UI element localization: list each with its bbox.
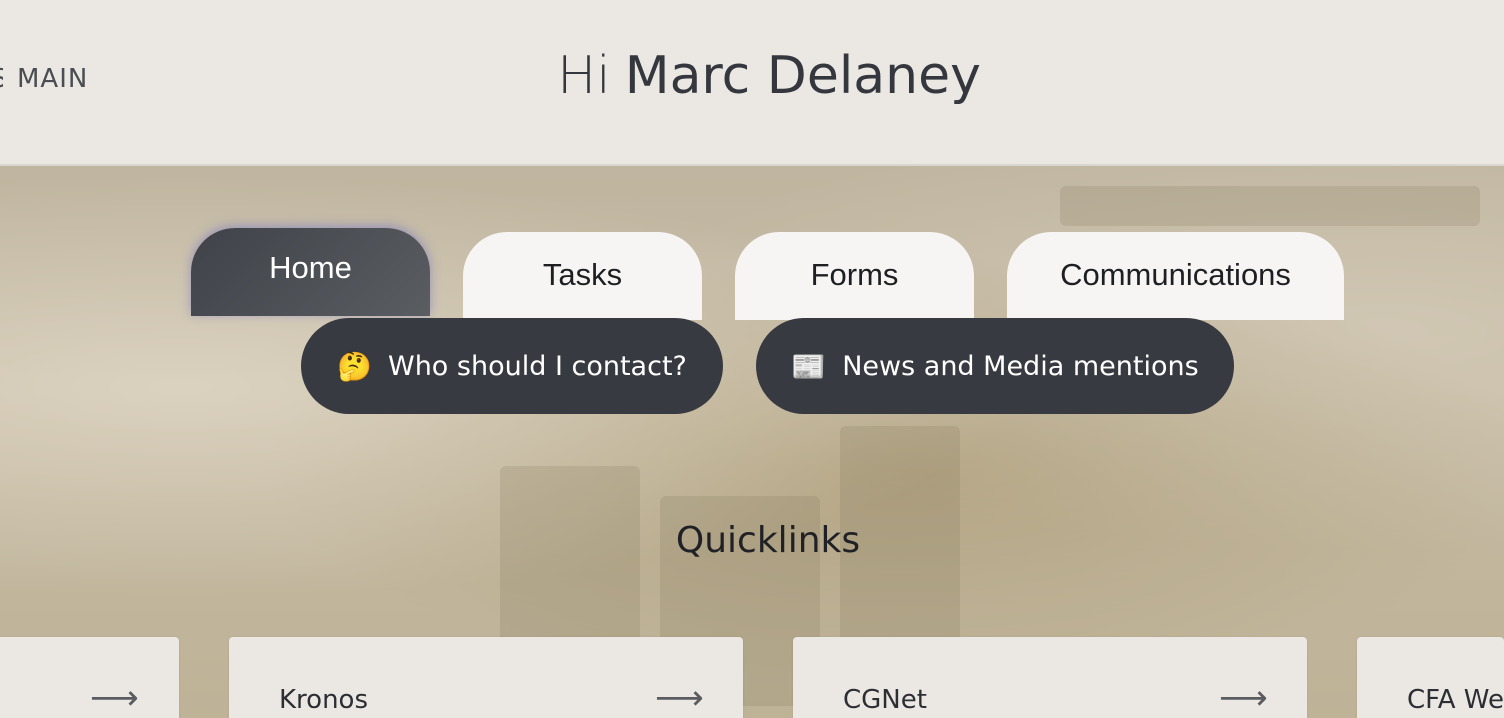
quicklink-label: CFA We xyxy=(1407,685,1504,715)
quicklink-label: CGNet xyxy=(843,685,927,715)
quicklink-label: Kronos xyxy=(279,685,369,715)
top-header: SMAIN HiMarc Delaney xyxy=(0,0,1504,166)
tab-communications-label: Communications xyxy=(1060,257,1291,292)
user-name: Marc Delaney xyxy=(624,46,981,106)
arrow-right-icon: ⟶ xyxy=(655,678,704,718)
quicklink-card-kronos[interactable]: Kronos ⟶ xyxy=(229,637,743,718)
quicklink-card-cgnet[interactable]: CGNet ⟶ xyxy=(793,637,1307,718)
who-should-i-contact-button[interactable]: 🤔 Who should I contact? xyxy=(301,318,723,414)
newspaper-icon: 📰 xyxy=(791,349,827,383)
arrow-right-icon: ⟶ xyxy=(90,678,139,718)
quicklink-card[interactable]: ⟶ xyxy=(0,637,179,718)
thinking-face-icon: 🤔 xyxy=(337,349,372,383)
tab-home[interactable]: Home xyxy=(191,228,430,316)
tab-tasks-label: Tasks xyxy=(542,257,623,292)
background-shape xyxy=(1060,186,1480,226)
news-and-media-button[interactable]: 📰 News and Media mentions xyxy=(756,318,1234,414)
who-should-i-contact-label: Who should I contact? xyxy=(388,350,687,382)
quicklink-card-cfa[interactable]: CFA We xyxy=(1357,637,1504,718)
greeting-title: Hi Marc Delaney xyxy=(0,46,1504,106)
greeting-hi: Hi xyxy=(557,46,611,106)
tab-forms-label: Forms xyxy=(810,257,899,292)
tab-home-label: Home xyxy=(269,250,352,285)
tab-communications[interactable]: Communications xyxy=(1007,232,1344,320)
tab-tasks[interactable]: Tasks xyxy=(463,232,702,320)
news-and-media-label: News and Media mentions xyxy=(842,350,1199,382)
quicklinks-heading: Quicklinks xyxy=(675,520,861,561)
tab-forms[interactable]: Forms xyxy=(735,232,974,320)
arrow-right-icon: ⟶ xyxy=(1219,678,1268,718)
